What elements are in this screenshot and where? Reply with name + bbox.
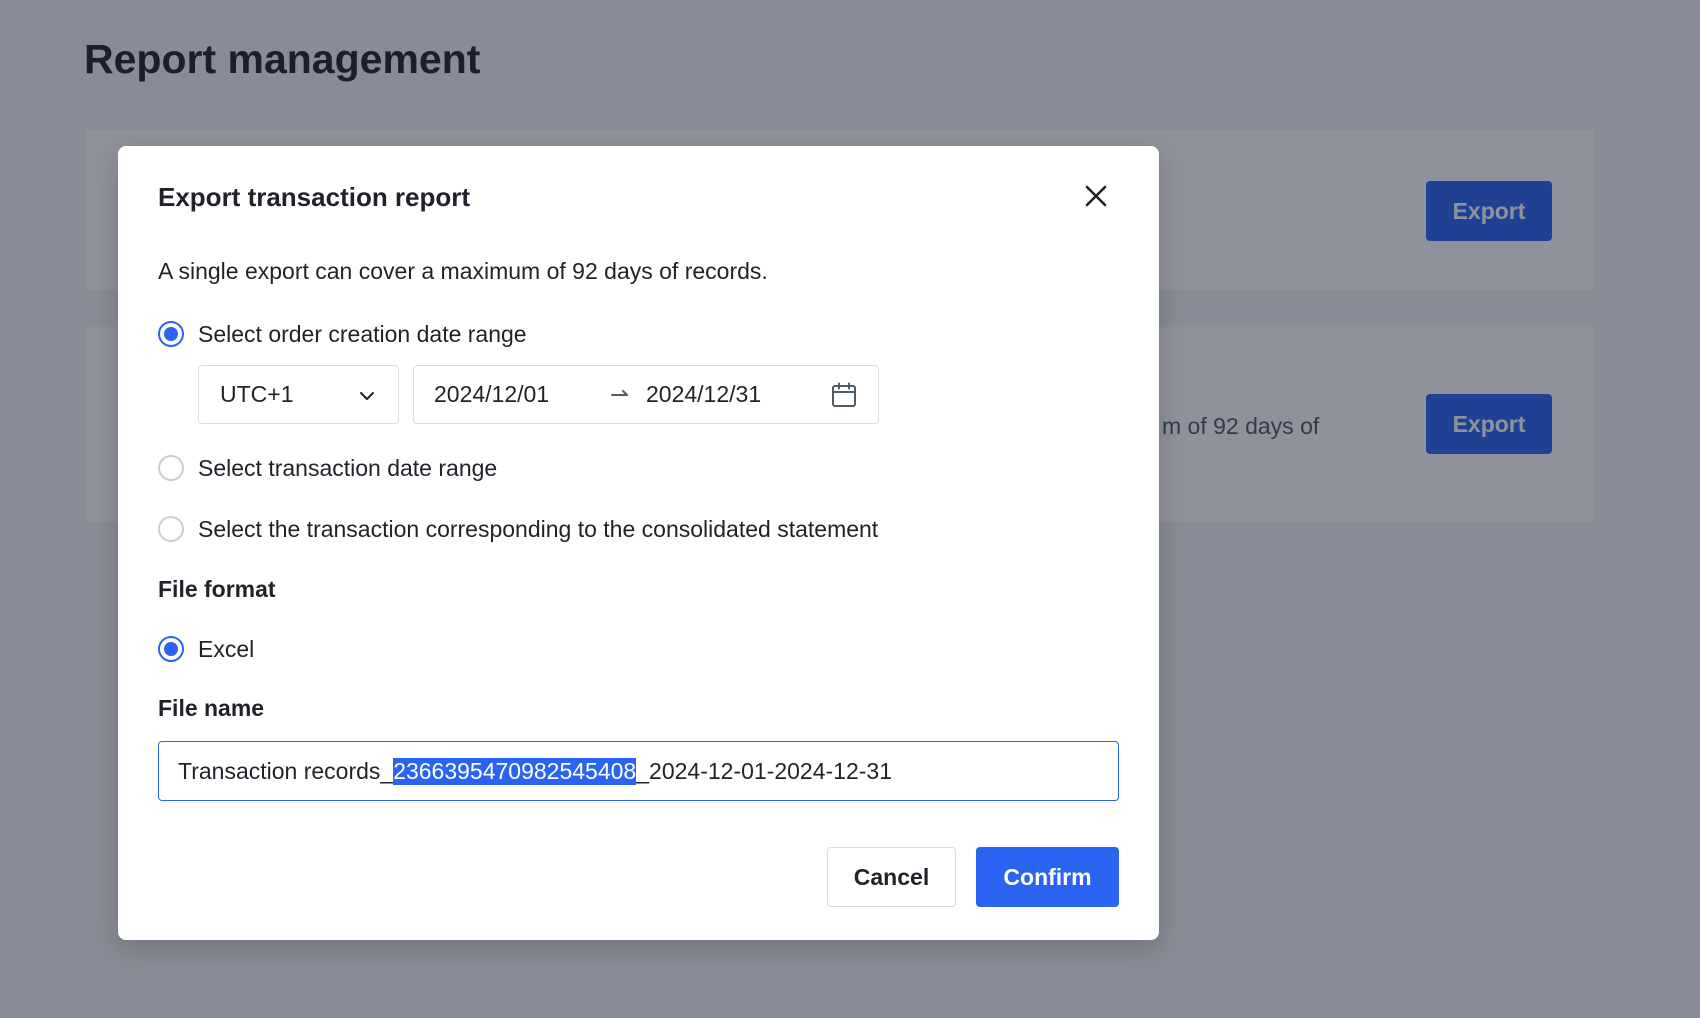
radio-order-creation-date[interactable]: Select order creation date range	[158, 318, 527, 350]
export-transaction-modal: Export transaction report A single expor…	[118, 146, 1159, 940]
close-button[interactable]	[1078, 178, 1114, 214]
radio-transaction-date[interactable]: Select transaction date range	[158, 452, 497, 484]
file-name-prefix: Transaction records_	[178, 757, 394, 784]
radio-button-checked[interactable]	[158, 636, 184, 662]
radio-label: Select order creation date range	[198, 320, 527, 347]
confirm-button[interactable]: Confirm	[976, 847, 1119, 907]
radio-button[interactable]	[158, 516, 184, 542]
end-date-input[interactable]: 2024/12/31	[646, 381, 761, 408]
timezone-select[interactable]: UTC+1	[198, 365, 399, 424]
start-date-input[interactable]: 2024/12/01	[434, 381, 549, 408]
radio-label: Excel	[198, 635, 255, 662]
chevron-down-icon	[360, 392, 374, 400]
arrow-right-icon	[611, 390, 628, 396]
file-format-label: File format	[158, 576, 276, 602]
radio-consolidated-statement[interactable]: Select the transaction corresponding to …	[158, 513, 878, 545]
file-name-suffix: _2024-12-01-2024-12-31	[636, 757, 892, 784]
timezone-value: UTC+1	[220, 381, 294, 407]
close-icon	[1085, 185, 1107, 207]
radio-excel[interactable]: Excel	[158, 633, 254, 665]
date-range-picker[interactable]: 2024/12/01 2024/12/31	[413, 365, 879, 424]
radio-button[interactable]	[158, 455, 184, 481]
radio-label: Select transaction date range	[198, 454, 498, 481]
export-limit-hint: A single export can cover a maximum of 9…	[158, 258, 768, 284]
radio-label: Select the transaction corresponding to …	[198, 515, 879, 542]
cancel-button[interactable]: Cancel	[827, 847, 956, 907]
file-name-input[interactable]: Transaction records_ 2366395470982545408 _…	[158, 741, 1119, 801]
report-management-page: Report management Export m of 92 days of…	[0, 0, 1700, 1018]
calendar-icon[interactable]	[831, 382, 857, 408]
file-name-label: File name	[158, 695, 265, 721]
radio-button-checked[interactable]	[158, 321, 184, 347]
modal-title: Export transaction report	[158, 182, 471, 212]
file-name-selected-text: 2366395470982545408	[393, 757, 637, 785]
